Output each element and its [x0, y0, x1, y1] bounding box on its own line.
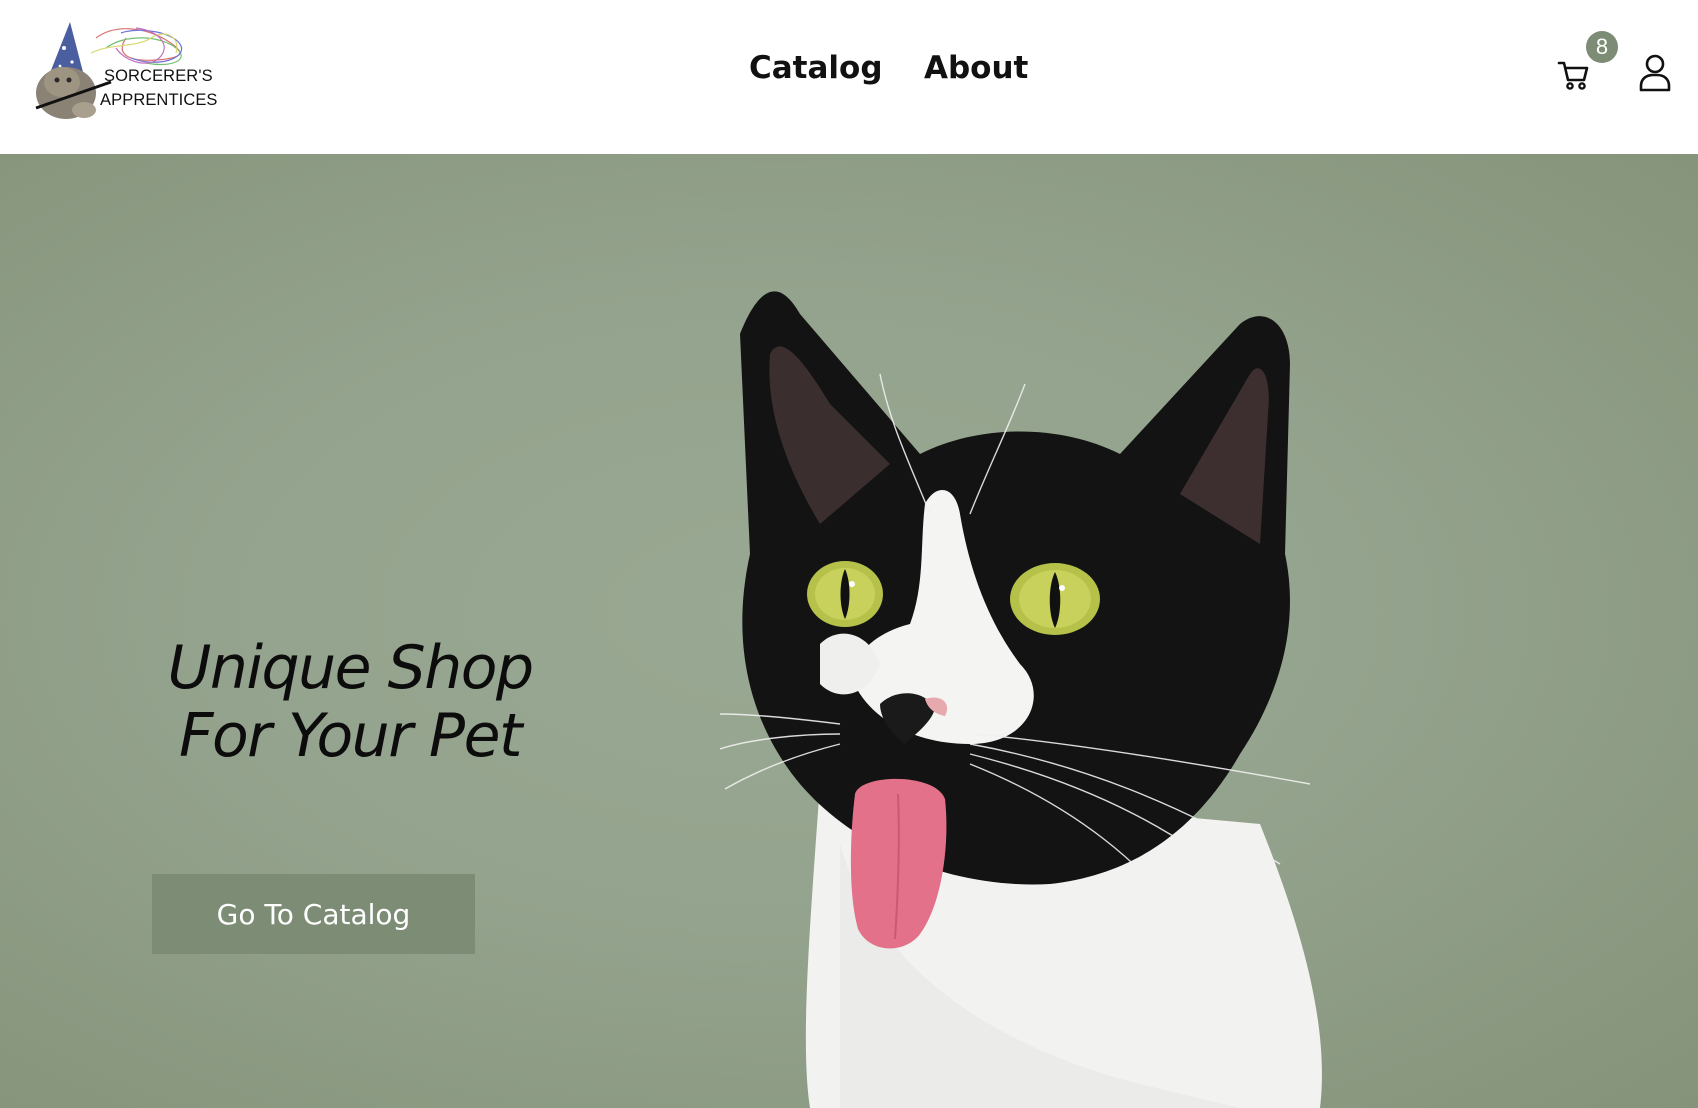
hero-headline-line2: For Your Pet	[178, 701, 523, 771]
user-icon	[1639, 54, 1671, 92]
hero-section: Unique Shop For Your Pet Go To Catalog	[0, 154, 1698, 1108]
nav-catalog-link[interactable]: Catalog	[749, 50, 883, 86]
nav-about-link[interactable]: About	[924, 50, 1028, 86]
logo-text-line2: APPRENTICES	[100, 91, 218, 109]
logo-text-line1: SORCERER'S	[104, 67, 213, 85]
hero-headline-line1: Unique Shop	[167, 633, 534, 703]
account-button[interactable]	[1637, 53, 1673, 93]
cat-hero-image	[720, 291, 1322, 1108]
logo[interactable]: SORCERER'S APPRENTICES	[26, 18, 221, 130]
site-header: SORCERER'S APPRENTICES Catalog About 8	[0, 0, 1698, 154]
cart-button[interactable]	[1556, 56, 1592, 92]
cart-count-badge: 8	[1586, 31, 1618, 63]
hero-headline: Unique Shop For Your Pet	[150, 634, 550, 770]
go-to-catalog-button[interactable]: Go To Catalog	[152, 874, 475, 954]
cart-icon	[1557, 61, 1589, 90]
